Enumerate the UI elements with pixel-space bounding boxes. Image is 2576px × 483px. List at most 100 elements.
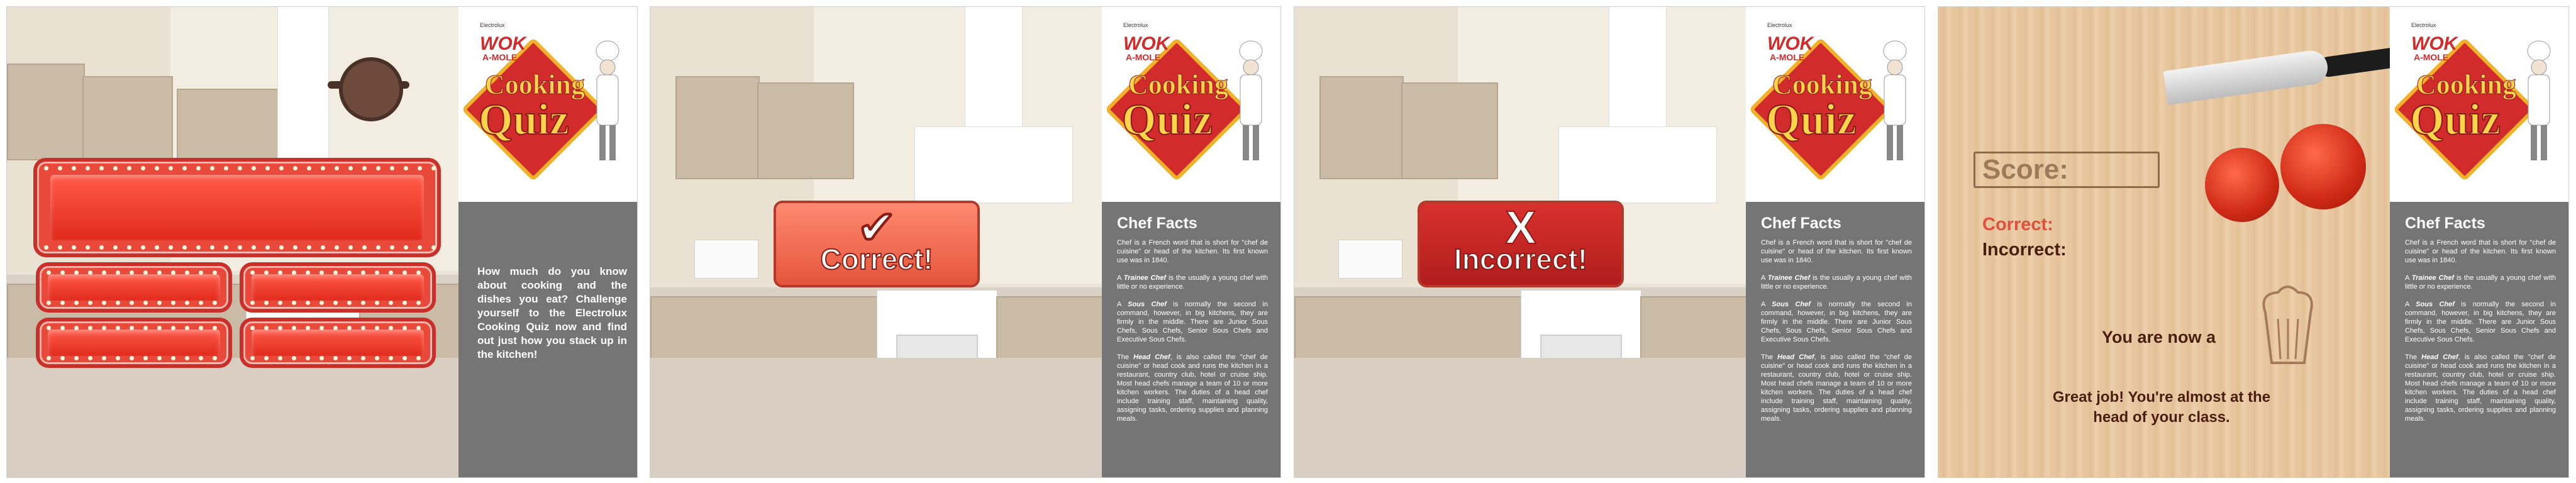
marquee-bulb — [279, 245, 284, 250]
answer-button-b[interactable] — [243, 266, 432, 309]
range-hood — [1558, 126, 1717, 203]
marquee-bulb — [402, 301, 407, 305]
chef-icon — [596, 40, 619, 160]
marquee-bulb — [157, 301, 162, 305]
marquee-bulb — [86, 245, 90, 250]
marquee-bulb — [171, 356, 175, 360]
marquee-bulb — [264, 301, 269, 305]
marquee-bulb — [362, 166, 367, 170]
microwave — [1338, 240, 1402, 279]
floor — [7, 358, 458, 477]
marquee-bulb — [307, 245, 311, 250]
chef-facts-body: Chef is a French word that is short for … — [1117, 239, 1269, 423]
marquee-bulb — [306, 326, 310, 330]
pan-icon — [339, 57, 403, 121]
answer-button-a[interactable] — [40, 266, 228, 309]
incorrect-count-label: Incorrect: — [1982, 240, 2067, 260]
marquee-bulb — [72, 245, 76, 250]
intro-text: How much do you know about cooking and t… — [477, 265, 627, 360]
marquee-bulb — [157, 356, 162, 360]
rank-text: You are now a — [2102, 328, 2216, 347]
marquee-bulb — [74, 270, 79, 275]
marquee-bulb — [47, 270, 51, 275]
marquee-bulb — [182, 166, 187, 170]
marquee-bulb — [157, 270, 162, 275]
marquee-bulb — [389, 301, 393, 305]
correct-label: Correct! — [820, 242, 934, 276]
marquee-bulb — [293, 166, 297, 170]
marquee-bulb — [196, 245, 201, 250]
marquee-bulb — [113, 245, 118, 250]
marquee-bulb — [113, 166, 118, 170]
sidebar: Electrolux WOK A-MOLE Cooking Quiz How m… — [458, 7, 637, 477]
marquee-bulb — [210, 245, 214, 250]
marquee-bulb — [199, 301, 203, 305]
marquee-bulb — [375, 326, 379, 330]
marquee-bulb — [88, 301, 92, 305]
marquee-bulb — [74, 326, 79, 330]
marquee-bulb — [99, 245, 104, 250]
marquee-bulb — [74, 356, 79, 360]
marquee-bulb — [130, 270, 134, 275]
marquee-bulb — [199, 270, 203, 275]
marquee-bulb — [60, 356, 65, 360]
answer-button-d[interactable] — [243, 321, 432, 364]
upper-cabinet — [1401, 82, 1498, 179]
marquee-bulb — [292, 326, 296, 330]
marquee-bulb — [333, 356, 338, 360]
marquee-bulb — [102, 326, 106, 330]
marquee-bulb — [402, 326, 407, 330]
marquee-bulb — [390, 166, 394, 170]
marquee-bulb — [238, 166, 242, 170]
quiz-results-screen: Score: Correct: Incorrect: You are now a… — [1938, 6, 2569, 478]
marquee-bulb — [362, 245, 367, 250]
marquee-bulb — [347, 301, 352, 305]
chef-icon — [1239, 40, 1263, 160]
marquee-bulb — [58, 166, 62, 170]
marquee-bulb — [74, 301, 79, 305]
marquee-bulb — [143, 301, 148, 305]
incorrect-label: Incorrect! — [1453, 242, 1588, 276]
marquee-bulb — [58, 245, 62, 250]
hood-chimney — [965, 7, 1023, 126]
upper-cabinet — [1319, 76, 1404, 179]
floor — [1294, 358, 1746, 477]
chef-icon — [2527, 40, 2551, 160]
marquee-bulb — [264, 270, 269, 275]
marquee-bulb — [155, 245, 159, 250]
tomato-icon — [2205, 148, 2279, 222]
marquee-bulb — [141, 245, 145, 250]
marquee-bulb — [116, 326, 120, 330]
marquee-bulb — [47, 356, 51, 360]
brand-maker: Electrolux — [480, 22, 505, 28]
score-label: Score: — [1982, 154, 2068, 185]
cooking-quiz-logo: Electrolux WOK A-MOLE Cooking Quiz — [461, 19, 625, 183]
marquee-bulb — [155, 166, 159, 170]
kitchen-scene: X Incorrect! — [1294, 7, 1746, 477]
marquee-bulb — [306, 356, 310, 360]
marquee-bulb — [127, 166, 131, 170]
marquee-bulb — [130, 326, 134, 330]
marquee-bulb — [319, 301, 324, 305]
tomato-icon — [2280, 124, 2366, 209]
marquee-bulb — [278, 270, 282, 275]
marquee-bulb — [307, 166, 311, 170]
marquee-bulb — [416, 356, 421, 360]
hood-chimney — [1609, 7, 1667, 126]
marquee-bulb — [333, 326, 338, 330]
marquee-bulb — [361, 301, 365, 305]
marquee-bulb — [361, 326, 365, 330]
marquee-bulb — [335, 166, 339, 170]
marquee-bulb — [185, 270, 189, 275]
marquee-bulb — [347, 270, 352, 275]
marquee-bulb — [44, 166, 48, 170]
marquee-bulb — [347, 326, 352, 330]
marquee-bulb — [250, 326, 255, 330]
marquee-bulb — [250, 270, 255, 275]
cutting-board: Score: Correct: Incorrect: You are now a… — [1938, 7, 2402, 477]
kitchen-scene — [7, 7, 458, 477]
marquee-bulb — [88, 270, 92, 275]
marquee-bulb — [185, 356, 189, 360]
answer-button-c[interactable] — [40, 321, 228, 364]
sidebar: Electrolux WOK A-MOLE Cooking Quiz Chef … — [2390, 7, 2568, 477]
